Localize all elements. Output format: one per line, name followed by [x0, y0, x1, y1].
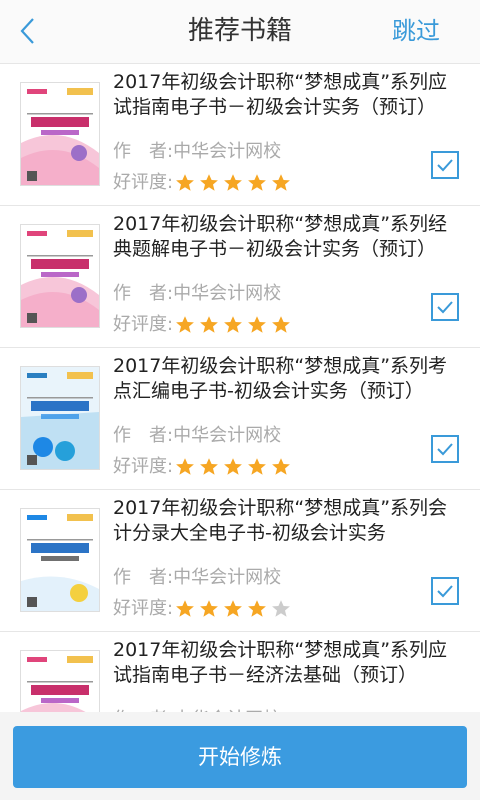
author-label: 作 者: — [113, 283, 174, 304]
star-icon — [176, 316, 194, 333]
book-title[interactable]: 2017年初级会计职称“梦想成真”系列应试指南电子书－初级会计实务（预订） — [113, 70, 463, 120]
book-item[interactable]: 2017年初级会计职称“梦想成真”系列应试指南电子书－经济法基础（预订）作 者:… — [0, 632, 480, 712]
book-item[interactable]: 2017年初级会计职称“梦想成真”系列应试指南电子书－初级会计实务（预订） 作 者… — [0, 64, 480, 206]
rating-label: 好评度: — [113, 314, 174, 335]
author-label: 作 者: — [113, 141, 174, 162]
book-title[interactable]: 2017年初级会计职称“梦想成真”系列考点汇编电子书-初级会计实务（预订） — [113, 354, 463, 404]
rating-stars — [175, 457, 295, 477]
book-item[interactable]: 2017年初级会计职称“梦想成真”系列考点汇编电子书-初级会计实务（预订） 作 者… — [0, 348, 480, 490]
book-title[interactable]: 2017年初级会计职称“梦想成真”系列应试指南电子书－经济法基础（预订） — [113, 638, 463, 688]
book-author: 作 者:中华会计网校 — [113, 282, 281, 306]
star-icon — [272, 458, 290, 475]
book-list[interactable]: 2017年初级会计职称“梦想成真”系列应试指南电子书－初级会计实务（预订） 作 者… — [0, 64, 480, 712]
checkmark-icon — [437, 443, 453, 456]
book-cover[interactable] — [20, 366, 100, 470]
author-value: 中华会计网校 — [173, 283, 282, 304]
star-icon — [200, 174, 218, 191]
select-checkbox[interactable] — [431, 151, 459, 179]
rating-label: 好评度: — [113, 598, 174, 619]
star-icon — [248, 316, 266, 333]
start-button[interactable]: 开始修炼 — [13, 726, 467, 788]
author-value: 中华会计网校 — [173, 141, 282, 162]
star-icon — [248, 600, 266, 617]
star-icon — [272, 600, 290, 617]
book-title[interactable]: 2017年初级会计职称“梦想成真”系列会计分录大全电子书-初级会计实务 — [113, 496, 463, 546]
rating-stars — [175, 599, 295, 619]
book-cover[interactable] — [20, 82, 100, 186]
app-header: 推荐书籍 跳过 — [0, 0, 480, 64]
book-author: 作 者:中华会计网校 — [113, 424, 281, 448]
select-checkbox[interactable] — [431, 577, 459, 605]
star-icon — [200, 458, 218, 475]
star-icon — [224, 600, 242, 617]
star-icon — [224, 316, 242, 333]
star-icon — [176, 600, 194, 617]
star-icon — [200, 316, 218, 333]
book-author: 作 者:中华会计网校 — [113, 566, 281, 590]
checkmark-icon — [437, 159, 453, 172]
select-checkbox[interactable] — [431, 435, 459, 463]
rating-label: 好评度: — [113, 172, 174, 193]
checkmark-icon — [437, 585, 453, 598]
rating-stars — [175, 173, 295, 193]
footer-bar: 开始修炼 — [0, 712, 480, 800]
star-icon — [248, 174, 266, 191]
author-value: 中华会计网校 — [173, 567, 282, 588]
star-icon — [176, 458, 194, 475]
book-rating: 好评度: — [113, 171, 295, 195]
book-rating: 好评度: — [113, 313, 295, 337]
book-author: 作 者:中华会计网校 — [113, 140, 281, 164]
star-icon — [176, 174, 194, 191]
book-cover[interactable] — [20, 650, 100, 712]
select-checkbox[interactable] — [431, 293, 459, 321]
book-title[interactable]: 2017年初级会计职称“梦想成真”系列经典题解电子书－初级会计实务（预订） — [113, 212, 463, 262]
book-item[interactable]: 2017年初级会计职称“梦想成真”系列会计分录大全电子书-初级会计实务作 者:中… — [0, 490, 480, 632]
author-label: 作 者: — [113, 425, 174, 446]
author-label: 作 者: — [113, 567, 174, 588]
book-rating: 好评度: — [113, 455, 295, 479]
star-icon — [272, 174, 290, 191]
star-icon — [224, 174, 242, 191]
skip-button[interactable]: 跳过 — [392, 14, 440, 48]
rating-label: 好评度: — [113, 456, 174, 477]
star-icon — [248, 458, 266, 475]
rating-stars — [175, 315, 295, 335]
book-cover[interactable] — [20, 224, 100, 328]
author-value: 中华会计网校 — [173, 425, 282, 446]
star-icon — [224, 458, 242, 475]
star-icon — [272, 316, 290, 333]
star-icon — [200, 600, 218, 617]
checkmark-icon — [437, 301, 453, 314]
book-rating: 好评度: — [113, 597, 295, 621]
book-cover[interactable] — [20, 508, 100, 612]
book-item[interactable]: 2017年初级会计职称“梦想成真”系列经典题解电子书－初级会计实务（预订） 作 者… — [0, 206, 480, 348]
